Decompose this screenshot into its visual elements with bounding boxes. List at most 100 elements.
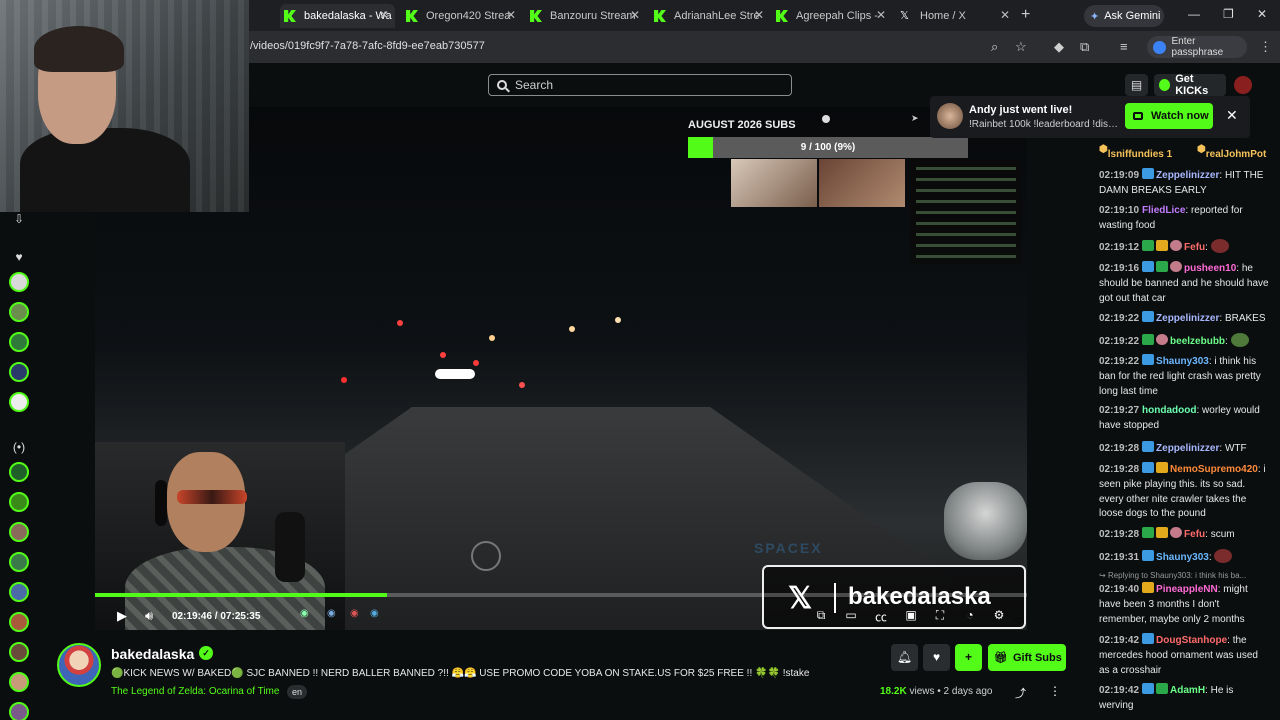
chat-username[interactable]: hondadood xyxy=(1142,405,1196,416)
media-control-icon[interactable]: ≡ xyxy=(1120,39,1128,54)
sidebar-channel-avatar[interactable] xyxy=(9,552,29,572)
minimize-icon[interactable]: — xyxy=(1188,7,1200,21)
following-icon[interactable]: ⇩ xyxy=(11,212,27,226)
channel-avatar[interactable] xyxy=(57,643,101,687)
chat-username[interactable]: beelzebubb xyxy=(1170,336,1225,347)
extension-icon[interactable]: ◆ xyxy=(1054,39,1064,55)
sidebar-channel-avatar[interactable] xyxy=(9,582,29,602)
chat-username[interactable]: Shauny303 xyxy=(1156,356,1209,367)
get-kicks-button[interactable]: Get KICKs xyxy=(1154,73,1226,97)
video-progress-bar[interactable] xyxy=(95,593,1027,597)
chat-message[interactable]: 02:19:22 Zeppelinizzer: BRAKES xyxy=(1099,311,1269,327)
chat-username[interactable]: AdamH xyxy=(1170,685,1205,696)
heart-icon[interactable]: ♥ xyxy=(11,250,27,264)
close-window-icon[interactable]: ✕ xyxy=(1257,7,1267,21)
layout-toggle-button[interactable]: ▤ xyxy=(1125,74,1148,96)
close-tab-icon[interactable]: ✕ xyxy=(754,8,764,22)
chat-message[interactable]: 02:19:10 FliedLice: reported for wasting … xyxy=(1099,204,1269,234)
browser-menu-icon[interactable]: ⋮ xyxy=(1259,39,1272,55)
sidebar-channel-avatar[interactable] xyxy=(9,612,29,632)
close-tab-icon[interactable]: ✕ xyxy=(379,8,389,22)
play-icon[interactable]: ▶ xyxy=(117,608,127,624)
follow-heart-button[interactable]: ♥ xyxy=(923,644,950,671)
sidebar-channel-avatar[interactable] xyxy=(9,392,29,412)
subscribe-plus-button[interactable]: + xyxy=(955,644,982,671)
chat-username[interactable]: Shauny303 xyxy=(1156,552,1209,563)
new-tab-button[interactable]: + xyxy=(1021,6,1030,24)
clip-icon[interactable]: ⧉ xyxy=(813,608,829,623)
fullscreen-icon[interactable]: ⛶ xyxy=(932,608,948,623)
tab-oregon420[interactable]: Oregon420 Strea ✕ xyxy=(406,4,516,28)
chat-username[interactable]: Zeppelinizzer xyxy=(1156,313,1219,324)
chat-username[interactable]: Fefu xyxy=(1184,242,1205,253)
chat-username[interactable]: FliedLice xyxy=(1142,205,1185,216)
language-tag[interactable]: en xyxy=(287,685,307,699)
chat-message[interactable]: 02:19:12 Fefu: xyxy=(1099,239,1269,256)
chat-username[interactable]: PineappleNN xyxy=(1156,584,1218,595)
search-input[interactable]: Search xyxy=(488,74,792,96)
sidebar-channel-avatar[interactable] xyxy=(9,492,29,512)
settings-gear-icon[interactable]: ⚙ xyxy=(991,608,1007,622)
channel-name[interactable]: bakedalaska xyxy=(111,646,194,662)
zoom-icon[interactable]: ⌕ xyxy=(991,39,998,55)
notification-bell-button[interactable]: 🔔︎ xyxy=(891,644,918,671)
chat-username[interactable]: NemoSupremo420 xyxy=(1170,464,1258,475)
chat-message[interactable]: 02:19:27 hondadood: worley would have sto… xyxy=(1099,404,1269,434)
gift-subs-button[interactable]: 🎁︎ Gift Subs xyxy=(988,644,1066,671)
miniplayer-icon[interactable]: ▣ xyxy=(903,608,919,622)
chat-message[interactable]: 02:19:31 Shauny303: xyxy=(1099,549,1269,566)
close-notification-icon[interactable]: ✕ xyxy=(1226,107,1238,124)
extensions-puzzle-icon[interactable]: ⧉ xyxy=(1080,39,1089,55)
chat-username[interactable]: Zeppelinizzer xyxy=(1156,170,1219,181)
restore-icon[interactable]: ❐ xyxy=(1223,7,1234,21)
close-tab-icon[interactable]: ✕ xyxy=(1000,8,1010,22)
chat-message[interactable]: 02:19:22 beelzebubb: xyxy=(1099,333,1269,350)
chat-username[interactable]: Zeppelinizzer xyxy=(1156,443,1219,454)
category-link[interactable]: The Legend of Zelda: Ocarina of Time xyxy=(111,686,279,697)
tab-x-home[interactable]: 𝕏 Home / X ✕ xyxy=(900,4,1010,28)
chat-username[interactable]: DougStanhope xyxy=(1156,635,1227,646)
sidebar-channel-avatar[interactable] xyxy=(9,302,29,322)
sidebar-channel-avatar[interactable] xyxy=(9,272,29,292)
close-tab-icon[interactable]: ✕ xyxy=(506,8,516,22)
tab-adrianahlee[interactable]: AdrianahLee Stre ✕ xyxy=(654,4,764,28)
sidebar-channel-avatar[interactable] xyxy=(9,362,29,382)
chat-message[interactable]: 02:19:16 pusheen10: he should be banned a… xyxy=(1099,261,1269,306)
chat-message[interactable]: 02:19:09 Zeppelinizzer: HIT THE DAMN BREA… xyxy=(1099,168,1269,199)
tab-agreepah[interactable]: Agreepah Clips - ✕ xyxy=(776,4,886,28)
watch-now-button[interactable]: Watch now xyxy=(1125,103,1213,129)
close-tab-icon[interactable]: ✕ xyxy=(630,8,640,22)
tab-banzouru[interactable]: Banzouru Stream ✕ xyxy=(530,4,640,28)
chat-message[interactable]: 02:19:40 PineappleNN: might have been 3 m… xyxy=(1099,582,1269,627)
sidebar-channel-avatar[interactable] xyxy=(9,642,29,662)
chat-message[interactable]: 02:19:28 NemoSupremo420: i seen pike play… xyxy=(1099,462,1269,522)
sidebar-channel-avatar[interactable] xyxy=(9,462,29,482)
ask-gemini-button[interactable]: ✦ Ask Gemini xyxy=(1084,5,1164,27)
tab-bakedalaska[interactable]: bakedalaska - Wa ✕ xyxy=(280,4,395,28)
sidebar-channel-avatar[interactable] xyxy=(9,702,29,720)
user-avatar[interactable] xyxy=(1234,76,1252,94)
speed-icon[interactable]: ◔ xyxy=(962,608,978,622)
chat-message[interactable]: 02:19:42 DougStanhope: the mercedes hood … xyxy=(1099,633,1269,678)
captions-icon[interactable]: ㏄ xyxy=(873,608,889,625)
bookmark-star-icon[interactable]: ☆ xyxy=(1015,39,1027,55)
sidebar-channel-avatar[interactable] xyxy=(9,332,29,352)
chat-username[interactable]: pusheen10 xyxy=(1184,263,1236,274)
url-field[interactable]: /videos/019fc9f7-7a78-7afc-8fd9-ee7eab73… xyxy=(250,40,485,52)
pinned-gifter[interactable]: ⬢ lsniffundies 1 xyxy=(1099,144,1172,160)
sidebar-channel-avatar[interactable] xyxy=(9,672,29,692)
chat-message[interactable]: 02:19:42 AdamH: He is werving xyxy=(1099,683,1269,714)
chat-message[interactable]: 02:19:22 Shauny303: i think his ban for t… xyxy=(1099,354,1269,399)
chat-username[interactable]: Fefu xyxy=(1184,529,1205,540)
volume-icon[interactable]: 🔊︎ xyxy=(145,608,153,624)
more-options-icon[interactable]: ⋮ xyxy=(1049,684,1061,698)
sidebar-channel-avatar[interactable] xyxy=(9,522,29,542)
passphrase-button[interactable]: Enter passphrase xyxy=(1147,36,1247,58)
live-broadcast-icon[interactable]: (•) xyxy=(11,440,27,454)
close-tab-icon[interactable]: ✕ xyxy=(876,8,886,22)
pinned-gifter[interactable]: ⬢ realJohmPot xyxy=(1197,144,1266,160)
chat-message[interactable]: 02:19:28 Zeppelinizzer: WTF xyxy=(1099,441,1269,457)
share-icon[interactable]: ⤴ xyxy=(1015,685,1026,701)
theater-mode-icon[interactable]: ▭ xyxy=(843,608,859,622)
chat-message[interactable]: 02:19:28 Fefu: scum xyxy=(1099,527,1269,543)
